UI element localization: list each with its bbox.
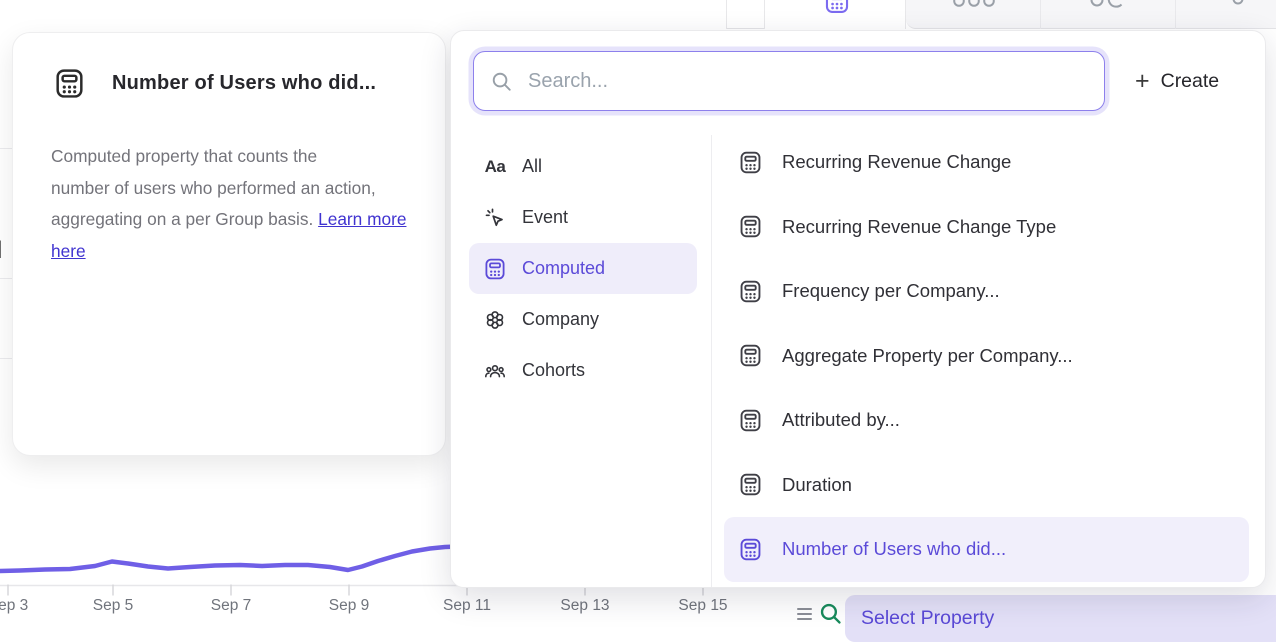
description-line: aggregating on a per Group basis. — [51, 209, 313, 229]
property-row[interactable]: Frequency per Company... — [724, 259, 1249, 324]
tab-computed-active[interactable] — [764, 0, 906, 29]
property-results-list: Recurring Revenue Change Recurring Reven… — [724, 130, 1249, 582]
category-label: Company — [522, 309, 599, 330]
calculator-icon — [738, 214, 763, 239]
calculator-icon — [53, 67, 86, 100]
category-item-cohorts[interactable]: Cohorts — [469, 345, 697, 396]
category-label: All — [522, 156, 542, 177]
calculator-icon — [483, 257, 507, 281]
property-row[interactable]: Recurring Revenue Change Type — [724, 195, 1249, 260]
property-row[interactable]: Aggregate Property per Company... — [724, 324, 1249, 389]
search-field-wrap — [473, 51, 1105, 111]
category-item-event[interactable]: Event — [469, 192, 697, 243]
description-line: number of users who performed an action, — [51, 173, 415, 205]
drag-handle-icon[interactable] — [797, 608, 812, 623]
calculator-icon — [738, 343, 763, 368]
small-circle-icon — [1232, 0, 1244, 8]
description-line: Computed property that counts the — [51, 141, 415, 173]
property-row-selected[interactable]: Number of Users who did... — [724, 517, 1249, 582]
property-row-label: Recurring Revenue Change Type — [782, 216, 1056, 238]
create-button-label: Create — [1161, 70, 1220, 93]
cohorts-people-icon — [483, 359, 507, 383]
background-panel-edge — [0, 148, 12, 149]
property-row-label: Aggregate Property per Company... — [782, 345, 1073, 367]
chart-type-tab-bar — [726, 0, 1276, 29]
select-property-label: Select Property — [861, 607, 994, 630]
category-label: Cohorts — [522, 360, 585, 381]
category-list: Aa All Event — [469, 141, 697, 396]
property-row-label: Recurring Revenue Change — [782, 151, 1011, 173]
select-property-field[interactable]: Select Property — [845, 595, 1276, 642]
category-label: Event — [522, 207, 568, 228]
background-panel-edge — [0, 278, 12, 279]
search-input[interactable] — [526, 69, 1066, 94]
circle-curve-icon — [1089, 0, 1129, 12]
three-circles-icon — [952, 0, 996, 11]
property-row-label: Attributed by... — [782, 409, 900, 431]
calculator-icon — [738, 408, 763, 433]
calculator-icon — [823, 0, 851, 15]
tab-inactive-1[interactable] — [906, 0, 1041, 29]
app-screen: ] Sep 3 Sep 5 Sep 7 Sep 9 Sep 11 Sep 13 … — [0, 0, 1276, 642]
tooltip-description: Computed property that counts the number… — [51, 141, 415, 267]
category-item-computed[interactable]: Computed — [469, 243, 697, 294]
category-label: Computed — [522, 258, 605, 279]
plus-icon: + — [1135, 67, 1150, 96]
x-axis-tick-label: Sep 11 — [443, 597, 491, 615]
search-icon-green — [818, 601, 843, 626]
tab-inactive-2[interactable] — [1041, 0, 1176, 29]
search-icon — [490, 70, 513, 93]
calculator-icon — [738, 279, 763, 304]
property-row-label: Frequency per Company... — [782, 280, 1000, 302]
column-divider — [711, 135, 712, 587]
tooltip-title: Number of Users who did... — [112, 72, 376, 95]
property-row[interactable]: Duration — [724, 453, 1249, 518]
x-axis-tick-label: Sep 7 — [211, 597, 252, 615]
property-row[interactable]: Attributed by... — [724, 388, 1249, 453]
cursor-click-icon — [483, 206, 507, 230]
calculator-icon — [738, 150, 763, 175]
x-axis-tick-label: Sep 13 — [560, 597, 609, 615]
clipped-text-fragment: ] — [0, 238, 2, 259]
x-axis-tick-label: Sep 15 — [678, 597, 727, 615]
computed-property-tooltip: Number of Users who did... Computed prop… — [12, 32, 446, 456]
property-picker-dropdown: + Create Aa All Event — [450, 30, 1266, 588]
company-cluster-icon — [483, 308, 507, 332]
category-item-company[interactable]: Company — [469, 294, 697, 345]
inactive-tab-group — [906, 0, 1276, 29]
background-panel-edge — [0, 358, 12, 359]
tab-inactive-3[interactable] — [1176, 0, 1276, 29]
property-row-label: Number of Users who did... — [782, 538, 1006, 560]
calculator-icon — [738, 537, 763, 562]
property-row-label: Duration — [782, 474, 852, 496]
aa-text-icon: Aa — [483, 155, 507, 179]
calculator-icon — [738, 472, 763, 497]
x-axis-tick-label: Sep 9 — [329, 597, 370, 615]
tab-bar-spacer — [727, 0, 764, 29]
x-axis-tick-label: Sep 3 — [0, 597, 28, 615]
create-button[interactable]: + Create — [1135, 51, 1219, 111]
x-axis-tick-label: Sep 5 — [93, 597, 134, 615]
property-row[interactable]: Recurring Revenue Change — [724, 130, 1249, 195]
category-item-all[interactable]: Aa All — [469, 141, 697, 192]
tooltip-header: Number of Users who did... — [53, 67, 376, 100]
